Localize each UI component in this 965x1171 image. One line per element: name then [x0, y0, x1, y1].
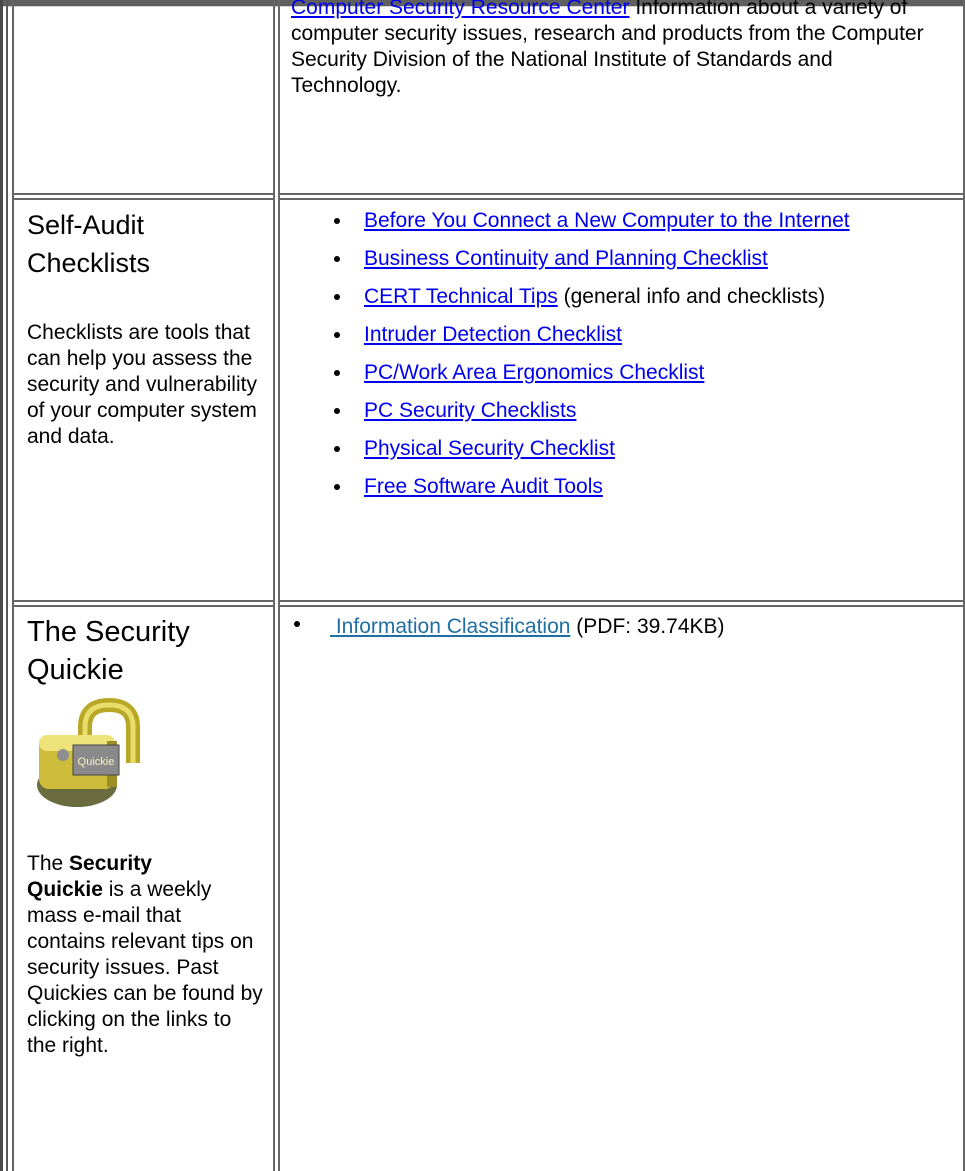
checklist-item: Before You Connect a New Computer to the… — [330, 208, 950, 234]
checklist-list-cell: Before You Connect a New Computer to the… — [330, 208, 950, 512]
information-classification-link[interactable]: Information Classification — [330, 615, 571, 638]
quickie-heading-line2: Quickie — [27, 654, 124, 686]
outer-frame-left-inner — [6, 0, 8, 1171]
row-divider-1-left-a — [12, 193, 275, 195]
bullet-dot — [334, 408, 340, 414]
checklist-link[interactable]: Free Software Audit Tools — [364, 475, 603, 498]
quickie-cell: The Security Quickie Quickie The Securit… — [27, 613, 267, 1059]
checklist-item: Physical Security Checklist — [330, 436, 950, 462]
self-audit-heading-line2: Checklists — [27, 248, 151, 278]
checklist-item: CERT Technical Tips (general info and ch… — [330, 284, 950, 310]
checklist-link[interactable]: Intruder Detection Checklist — [364, 323, 622, 346]
csrc-link[interactable]: Computer Security Resource Center — [291, 0, 629, 19]
row-divider-1-left-b — [12, 198, 275, 200]
bullet-dot — [334, 218, 340, 224]
checklist-item: Free Software Audit Tools — [330, 474, 950, 500]
bullet-dot — [334, 256, 340, 262]
column-divider-a — [273, 0, 275, 1171]
bullet-dot — [334, 446, 340, 452]
checklist-item: Business Continuity and Planning Checkli… — [330, 246, 950, 272]
bullet-dot — [334, 294, 340, 300]
checklist-link[interactable]: Before You Connect a New Computer to the… — [364, 209, 850, 232]
column-divider-b — [278, 0, 280, 1171]
self-audit-description: Checklists are tools that can help you a… — [27, 321, 257, 448]
information-classification-size: (PDF: 39.74KB) — [570, 615, 725, 638]
row-divider-2-left-b — [12, 605, 275, 607]
checklist-link[interactable]: PC/Work Area Ergonomics Checklist — [364, 361, 704, 384]
checklist-item: PC Security Checklists — [330, 398, 950, 424]
quickie-desc-bold1: Security — [69, 852, 152, 875]
quickie-desc-post: is a weekly mass e-mail that contains re… — [27, 878, 263, 1057]
left-cell-border — [12, 0, 14, 1171]
bullet-dot — [334, 484, 340, 490]
quickie-heading-line1: The Security — [27, 616, 190, 648]
svg-text:Quickie: Quickie — [78, 756, 115, 768]
self-audit-cell: Self-Audit Checklists Checklists are too… — [27, 206, 267, 450]
bullet-dot — [334, 332, 340, 338]
row-divider-2-left-a — [12, 600, 275, 602]
row-divider-1-right-a — [278, 193, 965, 195]
quickie-item-bullet — [294, 621, 300, 628]
quickie-heading: The Security Quickie — [27, 613, 267, 689]
self-audit-heading-line1: Self-Audit — [27, 210, 145, 240]
row-divider-2-right-a — [278, 600, 965, 602]
quickie-description: The Security Quickie is a weekly mass e-m… — [27, 851, 265, 1059]
checklist-link-note: (general info and checklists) — [557, 285, 826, 308]
checklist-link[interactable]: PC Security Checklists — [364, 399, 576, 422]
checklist-list: Before You Connect a New Computer to the… — [330, 208, 950, 500]
bullet-dot — [334, 370, 340, 376]
row-divider-1-right-b — [278, 198, 965, 200]
quickie-items-cell: Information Classification (PDF: 39.74KB… — [294, 614, 934, 640]
checklist-link[interactable]: CERT Technical Tips — [364, 285, 558, 308]
checklist-link[interactable]: Physical Security Checklist — [364, 437, 615, 460]
quickie-desc-pre: The — [27, 852, 70, 875]
intro-cell: Computer Security Resource Center Inform… — [291, 0, 931, 99]
outer-frame-left — [0, 0, 3, 1171]
checklist-item: PC/Work Area Ergonomics Checklist — [330, 360, 950, 386]
row-divider-2-right-b — [278, 605, 965, 607]
self-audit-heading: Self-Audit Checklists — [27, 206, 267, 282]
checklist-item: Intruder Detection Checklist — [330, 322, 950, 348]
quickie-desc-bold2: Quickie — [27, 878, 103, 901]
quickie-padlock-icon: Quickie — [27, 693, 147, 813]
checklist-link[interactable]: Business Continuity and Planning Checkli… — [364, 247, 768, 270]
